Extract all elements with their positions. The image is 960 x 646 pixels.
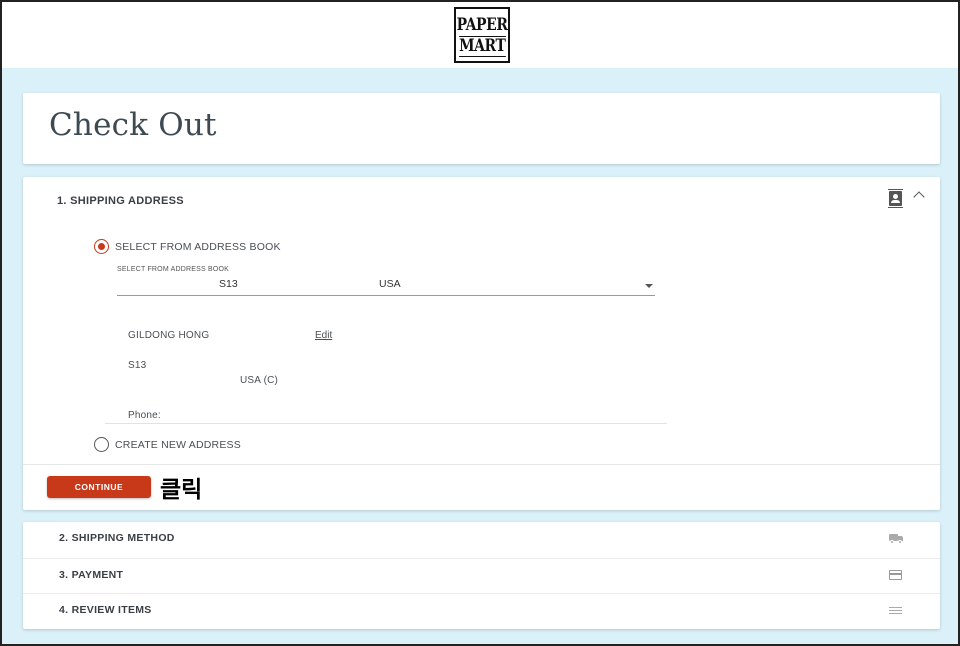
page-title: Check Out [49, 107, 217, 143]
logo-text-top: PAPER [456, 14, 508, 35]
address-book-icon-body [891, 200, 900, 203]
step-label: 3. PAYMENT [59, 569, 124, 581]
truck-icon [889, 534, 903, 544]
continue-button[interactable]: CONTINUE [47, 476, 151, 498]
step-payment[interactable]: 3. PAYMENT [23, 558, 940, 594]
new-address-radio-label[interactable]: CREATE NEW ADDRESS [115, 439, 241, 451]
truck-icon-wheel [890, 540, 894, 544]
address-select[interactable]: S13 USA [117, 275, 655, 296]
truck-icon-wheel [898, 540, 902, 544]
address-name: GILDONG HONG [128, 330, 210, 341]
address-phone: Phone: [128, 410, 161, 421]
list-icon-line [889, 613, 902, 614]
address-book-radio-label[interactable]: SELECT FROM ADDRESS BOOK [115, 241, 281, 253]
address-line1: S13 [128, 360, 147, 371]
address-select-caption: SELECT FROM ADDRESS BOOK [117, 266, 230, 273]
title-card: Check Out [23, 93, 940, 164]
section-divider [23, 464, 940, 465]
address-book-icon-head [893, 194, 898, 199]
step-review-items[interactable]: 4. REVIEW ITEMS [23, 593, 940, 629]
step-label: 2. SHIPPING METHOD [59, 532, 175, 544]
click-annotation: 클릭 [160, 477, 203, 503]
paper-mart-logo[interactable]: PAPER MART [454, 7, 510, 63]
shipping-address-section: 1. SHIPPING ADDRESS SELECT FROM ADDRESS … [23, 177, 940, 510]
list-icon [889, 606, 902, 615]
step-label: 4. REVIEW ITEMS [59, 604, 152, 616]
list-icon-line [889, 610, 902, 611]
logo-text-bottom: MART [458, 35, 506, 57]
shipping-address-title[interactable]: 1. SHIPPING ADDRESS [57, 195, 184, 207]
address-line2: USA (C) [240, 375, 279, 386]
credit-card-icon [889, 570, 902, 580]
site-header: PAPER MART [2, 2, 958, 68]
address-select-value-code: S13 [219, 278, 238, 290]
address-divider [105, 423, 667, 424]
checkout-steps: 2. SHIPPING METHOD 3. PAYMENT 4. REVIEW … [23, 522, 940, 629]
list-icon-line [889, 607, 902, 608]
new-address-radio[interactable] [94, 437, 109, 452]
edit-address-link[interactable]: Edit [315, 330, 332, 341]
address-select-value-country: USA [379, 278, 401, 290]
address-book-radio[interactable] [94, 239, 109, 254]
chevron-up-icon[interactable] [913, 191, 925, 203]
step-shipping-method[interactable]: 2. SHIPPING METHOD [23, 522, 940, 558]
page-frame: PAPER MART Check Out 1. SHIPPING ADDRESS… [0, 0, 960, 646]
address-book-icon[interactable] [888, 189, 903, 208]
dropdown-arrow-icon [645, 284, 653, 288]
